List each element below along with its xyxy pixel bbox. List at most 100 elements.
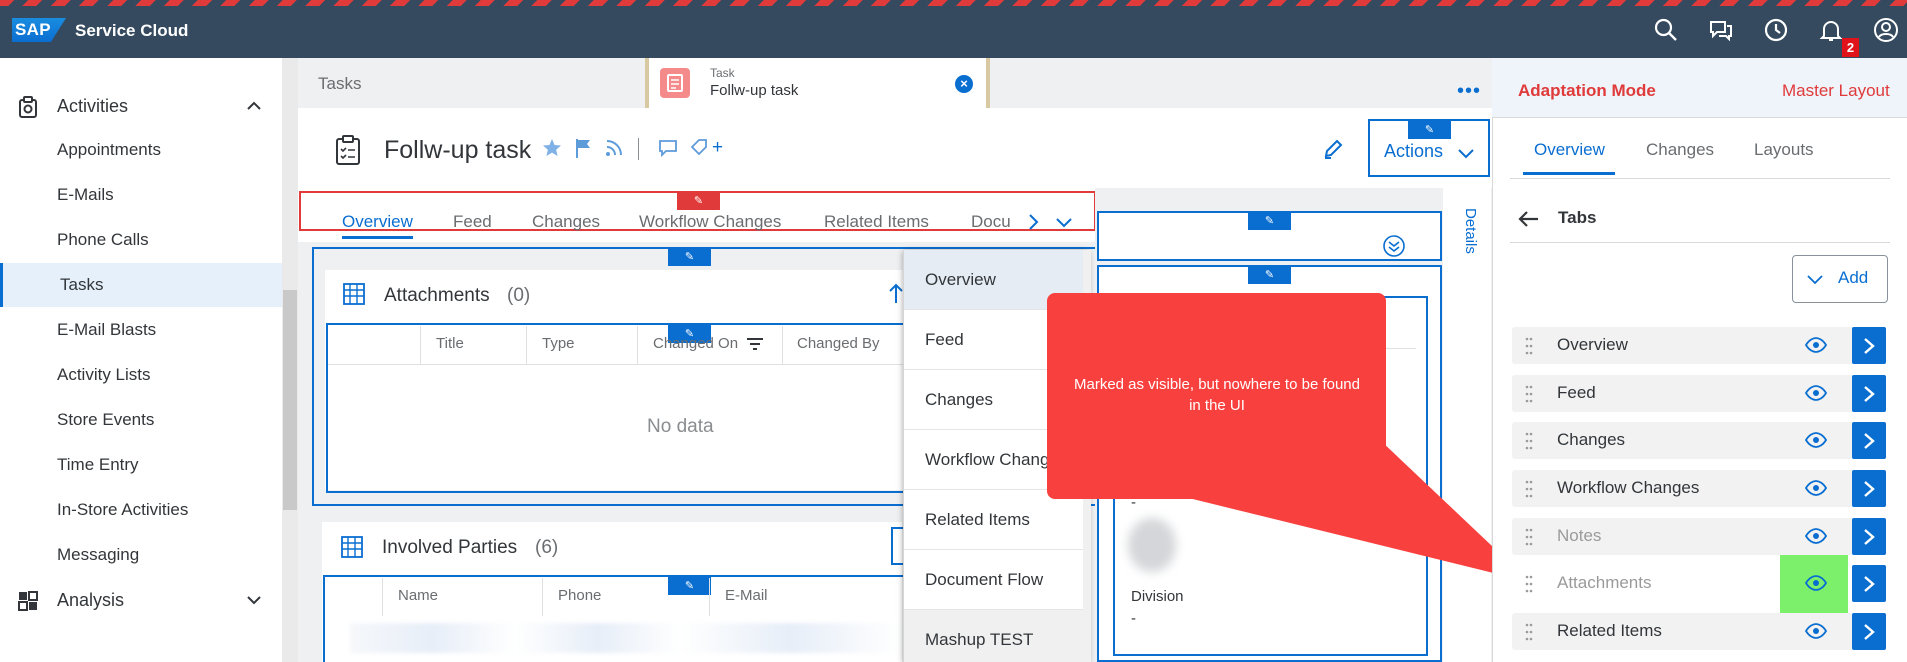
- col-divider: [526, 326, 527, 364]
- nav-group-activities[interactable]: Activities: [0, 84, 282, 128]
- menu-item-mashup-test[interactable]: Mashup TEST: [904, 610, 1090, 662]
- drag-handle-icon[interactable]: [1525, 527, 1533, 547]
- open-tab-config-button[interactable]: [1852, 422, 1886, 459]
- column-header-changed-by[interactable]: Changed By: [797, 335, 880, 352]
- adaptation-stripe: [0, 0, 1907, 6]
- tab-config-label: Related Items: [1557, 621, 1662, 640]
- edit-pencil-icon[interactable]: [1322, 138, 1344, 160]
- column-header-type[interactable]: Type: [542, 335, 575, 352]
- nav-item-activity-lists[interactable]: Activity Lists: [0, 353, 282, 397]
- column-header-title[interactable]: Title: [436, 335, 464, 352]
- nav-item-messaging[interactable]: Messaging: [0, 533, 282, 577]
- visibility-eye-icon[interactable]: [1805, 480, 1827, 496]
- tab-config-label: Workflow Changes: [1557, 478, 1700, 497]
- clock-icon[interactable]: [1763, 17, 1789, 43]
- chevron-down-icon[interactable]: [1054, 212, 1074, 232]
- tag-icon[interactable]: [690, 138, 710, 158]
- open-tab-config-button[interactable]: [1852, 470, 1886, 507]
- visibility-eye-icon[interactable]: [1805, 432, 1827, 448]
- tab-config-row[interactable]: Feed: [1512, 375, 1886, 412]
- tab-document-flow[interactable]: Docu: [971, 212, 1011, 232]
- adapt-tab-layouts[interactable]: Layouts: [1754, 140, 1814, 160]
- add-tag-plus[interactable]: +: [712, 137, 723, 159]
- open-tab-config-button[interactable]: [1852, 518, 1886, 555]
- adapt-pencil-icon[interactable]: ✎: [1248, 266, 1291, 284]
- visibility-eye-icon[interactable]: [1805, 337, 1827, 353]
- tab-config-row[interactable]: Notes: [1512, 518, 1886, 555]
- drag-handle-icon[interactable]: [1525, 384, 1533, 404]
- nav-item-in-store-activities[interactable]: In-Store Activities: [0, 488, 282, 532]
- collapse-double-chevron-icon[interactable]: [1383, 235, 1405, 257]
- tab-config-row[interactable]: Changes: [1512, 422, 1886, 459]
- sidebar-scroll-thumb[interactable]: [283, 290, 297, 510]
- comment-icon[interactable]: [658, 138, 678, 158]
- tab-workflow-changes[interactable]: Workflow Changes: [639, 212, 781, 232]
- tab-open-task[interactable]: [645, 58, 990, 110]
- open-tab-config-button[interactable]: [1852, 613, 1886, 650]
- tab-config-row[interactable]: Workflow Changes: [1512, 470, 1886, 507]
- column-header-changed-on[interactable]: Changed On: [653, 335, 738, 352]
- visibility-eye-icon[interactable]: [1805, 623, 1827, 639]
- adapt-tab-changes[interactable]: Changes: [1646, 140, 1714, 160]
- chevron-right-icon[interactable]: [1026, 212, 1040, 232]
- adapt-pencil-icon[interactable]: ✎: [668, 248, 711, 266]
- nav-item-store-events[interactable]: Store Events: [0, 398, 282, 442]
- nav-item-emails[interactable]: E-Mails: [0, 173, 282, 217]
- adapt-pencil-icon[interactable]: ✎: [668, 577, 711, 595]
- nav-group-label: Analysis: [57, 590, 125, 610]
- adapt-pencil-icon[interactable]: ✎: [1408, 121, 1451, 139]
- nav-item-appointments[interactable]: Appointments: [0, 128, 282, 172]
- column-header-email[interactable]: E-Mail: [725, 587, 768, 604]
- drag-handle-icon[interactable]: [1525, 336, 1533, 356]
- tab-config-row[interactable]: Attachments: [1512, 565, 1886, 602]
- tab-related-items[interactable]: Related Items: [824, 212, 929, 232]
- adapt-pencil-icon[interactable]: ✎: [1248, 212, 1291, 230]
- filter-icon[interactable]: [746, 336, 764, 352]
- drag-handle-icon[interactable]: [1525, 479, 1533, 499]
- back-arrow-icon[interactable]: [1518, 208, 1540, 230]
- nav-item-time-entry[interactable]: Time Entry: [0, 443, 282, 487]
- search-icon[interactable]: [1653, 17, 1679, 43]
- favorite-star-icon[interactable]: [542, 138, 562, 158]
- close-tab-icon[interactable]: ×: [955, 75, 973, 93]
- bell-icon[interactable]: [1818, 17, 1844, 43]
- adapt-tab-indicator: [1523, 172, 1615, 175]
- column-header-phone[interactable]: Phone: [558, 587, 601, 604]
- tab-config-row[interactable]: Overview: [1512, 327, 1886, 364]
- column-header-name[interactable]: Name: [398, 587, 438, 604]
- open-tab-config-button[interactable]: [1852, 565, 1886, 602]
- master-layout-link[interactable]: Master Layout: [1782, 81, 1890, 101]
- drag-handle-icon[interactable]: [1525, 622, 1533, 642]
- tab-task-type: Task: [710, 66, 735, 80]
- sort-arrow-icon[interactable]: [888, 283, 904, 303]
- nav-item-phone-calls[interactable]: Phone Calls: [0, 218, 282, 262]
- open-tab-config-button[interactable]: [1852, 375, 1886, 412]
- tab-task-title: Follw-up task: [710, 82, 799, 99]
- overflow-icon[interactable]: •••: [1457, 80, 1481, 103]
- task-clipboard-icon: [336, 135, 360, 165]
- drag-handle-icon[interactable]: [1525, 431, 1533, 451]
- chat-icon[interactable]: [1708, 17, 1734, 43]
- tab-changes[interactable]: Changes: [532, 212, 600, 232]
- tab-feed[interactable]: Feed: [453, 212, 492, 232]
- tab-tasks[interactable]: Tasks: [318, 74, 361, 94]
- visibility-eye-icon[interactable]: [1805, 385, 1827, 401]
- task-icon: [660, 68, 690, 98]
- nav-item-email-blasts[interactable]: E-Mail Blasts: [0, 308, 282, 352]
- visibility-eye-icon[interactable]: [1805, 575, 1827, 591]
- adapt-pencil-icon[interactable]: ✎: [677, 192, 720, 210]
- user-icon[interactable]: [1873, 17, 1899, 43]
- involved-parties-count: (6): [535, 537, 559, 558]
- open-tab-config-button[interactable]: [1852, 327, 1886, 364]
- add-label: Add: [1838, 268, 1869, 287]
- drag-handle-icon[interactable]: [1525, 574, 1533, 594]
- chevron-right-icon: [1864, 529, 1875, 545]
- rss-feed-icon[interactable]: [604, 138, 624, 158]
- nav-group-analysis[interactable]: Analysis: [0, 578, 282, 622]
- nav-item-tasks[interactable]: Tasks: [0, 263, 282, 307]
- visibility-eye-icon[interactable]: [1805, 528, 1827, 544]
- tab-config-row[interactable]: Related Items: [1512, 613, 1886, 650]
- tab-overview[interactable]: Overview: [342, 212, 413, 232]
- flag-icon[interactable]: [574, 138, 594, 158]
- adapt-tab-overview[interactable]: Overview: [1534, 140, 1605, 160]
